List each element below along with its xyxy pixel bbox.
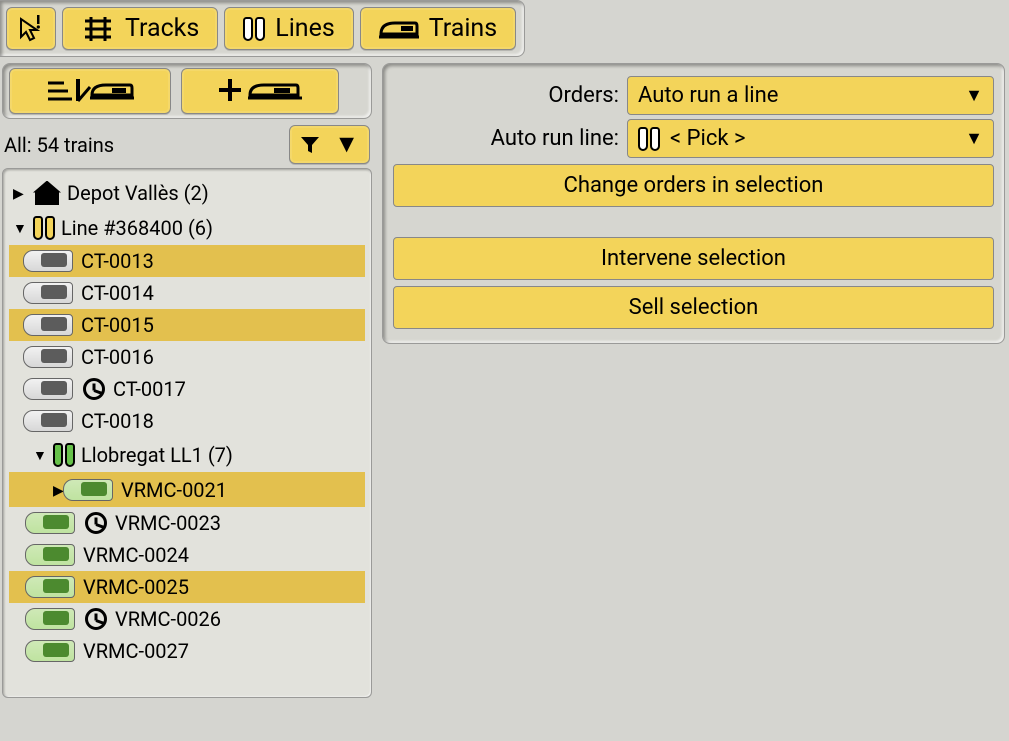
train-id-label: CT-0015 <box>81 313 154 337</box>
train-id-label: VRMC-0026 <box>115 607 221 631</box>
tree-train-row[interactable]: VRMC-0023 <box>9 507 365 539</box>
train-id-label: CT-0013 <box>81 249 154 273</box>
chevron-down-icon: ▼ <box>965 85 983 106</box>
tree-train-row[interactable]: CT-0017 <box>9 373 365 405</box>
line-flag-icon <box>33 216 55 240</box>
list-train-icon <box>46 77 134 105</box>
chevron-down-icon: ▼ <box>334 130 359 159</box>
train-sprite-icon <box>25 512 75 534</box>
train-sprite-icon <box>23 314 73 336</box>
train-list-button[interactable] <box>9 68 171 114</box>
tab-lines-label: Lines <box>275 14 335 43</box>
tree-line-row[interactable]: Llobregat LL1 (7) <box>9 437 365 472</box>
train-id-label: CT-0018 <box>81 409 154 433</box>
sell-button[interactable]: Sell selection <box>393 286 994 329</box>
tree-train-row[interactable]: CT-0014 <box>9 277 365 309</box>
line-label: Llobregat LL1 (7) <box>81 443 233 467</box>
clock-icon <box>83 378 105 400</box>
intervene-button[interactable]: Intervene selection <box>393 237 994 280</box>
autorun-label: Auto run line: <box>393 126 619 151</box>
train-sprite-icon <box>23 346 73 368</box>
lines-icon <box>638 127 660 151</box>
tab-tracks-label: Tracks <box>125 14 199 43</box>
tree-train-row[interactable]: VRMC-0024 <box>9 539 365 571</box>
train-sprite-icon <box>23 250 73 272</box>
train-tree[interactable]: Depot Vallès (2) Line #368400 (6) CT-0013 C… <box>2 168 372 698</box>
orders-label: Orders: <box>393 83 619 108</box>
line-flag-icon <box>53 443 75 467</box>
train-sprite-icon <box>25 544 75 566</box>
cursor-info-icon <box>17 15 45 43</box>
tree-line-row[interactable]: Line #368400 (6) <box>9 210 365 245</box>
depot-icon <box>33 181 61 205</box>
tracks-icon <box>81 15 115 43</box>
train-sprite-icon <box>25 608 75 630</box>
train-sprite-icon <box>25 640 75 662</box>
autorun-select-value: < Pick > <box>670 126 746 151</box>
tab-trains[interactable]: Trains <box>360 7 516 50</box>
disclosure-closed-icon[interactable] <box>13 179 27 206</box>
orders-select-value: Auto run a line <box>638 83 778 108</box>
train-sprite-icon <box>23 282 73 304</box>
clock-icon <box>85 608 107 630</box>
depot-label: Depot Vallès (2) <box>67 181 209 205</box>
train-id-label: CT-0016 <box>81 345 154 369</box>
tab-lines[interactable]: Lines <box>224 7 354 50</box>
tree-train-row[interactable]: VRMC-0025 <box>9 571 365 603</box>
train-id-label: VRMC-0027 <box>83 639 189 663</box>
plus-train-icon <box>218 77 302 105</box>
tree-train-row[interactable]: VRMC-0021 <box>9 472 365 507</box>
tree-train-row[interactable]: CT-0015 <box>9 309 365 341</box>
train-sprite-icon <box>23 378 73 400</box>
tree-train-row[interactable]: CT-0013 <box>9 245 365 277</box>
disclosure-open-icon[interactable] <box>33 441 47 468</box>
tree-train-row[interactable]: CT-0018 <box>9 405 365 437</box>
filter-button[interactable]: ▼ <box>289 125 370 164</box>
disclosure-open-icon[interactable] <box>13 214 27 241</box>
train-id-label: VRMC-0021 <box>121 478 227 502</box>
add-train-button[interactable] <box>181 68 339 114</box>
train-id-label: VRMC-0024 <box>83 543 189 567</box>
tree-train-row[interactable]: CT-0016 <box>9 341 365 373</box>
train-count-label: All: 54 trains <box>4 133 114 157</box>
lines-icon <box>243 17 265 41</box>
train-id-label: VRMC-0025 <box>83 575 189 599</box>
train-icon <box>379 17 419 41</box>
train-id-label: CT-0014 <box>81 281 154 305</box>
autorun-select[interactable]: < Pick > ▼ <box>627 119 994 158</box>
orders-select[interactable]: Auto run a line ▼ <box>627 76 994 115</box>
train-sprite-icon <box>23 410 73 432</box>
train-id-label: CT-0017 <box>113 377 186 401</box>
clock-icon <box>85 512 107 534</box>
info-cursor-button[interactable] <box>6 7 56 50</box>
tab-tracks[interactable]: Tracks <box>62 7 218 50</box>
train-id-label: VRMC-0023 <box>115 511 221 535</box>
line-label: Line #368400 (6) <box>61 216 213 240</box>
train-sprite-icon <box>25 576 75 598</box>
tree-train-row[interactable]: VRMC-0027 <box>9 635 365 667</box>
chevron-down-icon: ▼ <box>965 128 983 149</box>
change-orders-button[interactable]: Change orders in selection <box>393 164 994 207</box>
tree-train-row[interactable]: VRMC-0026 <box>9 603 365 635</box>
train-sprite-icon <box>63 479 113 501</box>
tab-trains-label: Trains <box>429 14 497 43</box>
tree-depot-row[interactable]: Depot Vallès (2) <box>9 175 365 210</box>
funnel-icon <box>300 135 320 155</box>
